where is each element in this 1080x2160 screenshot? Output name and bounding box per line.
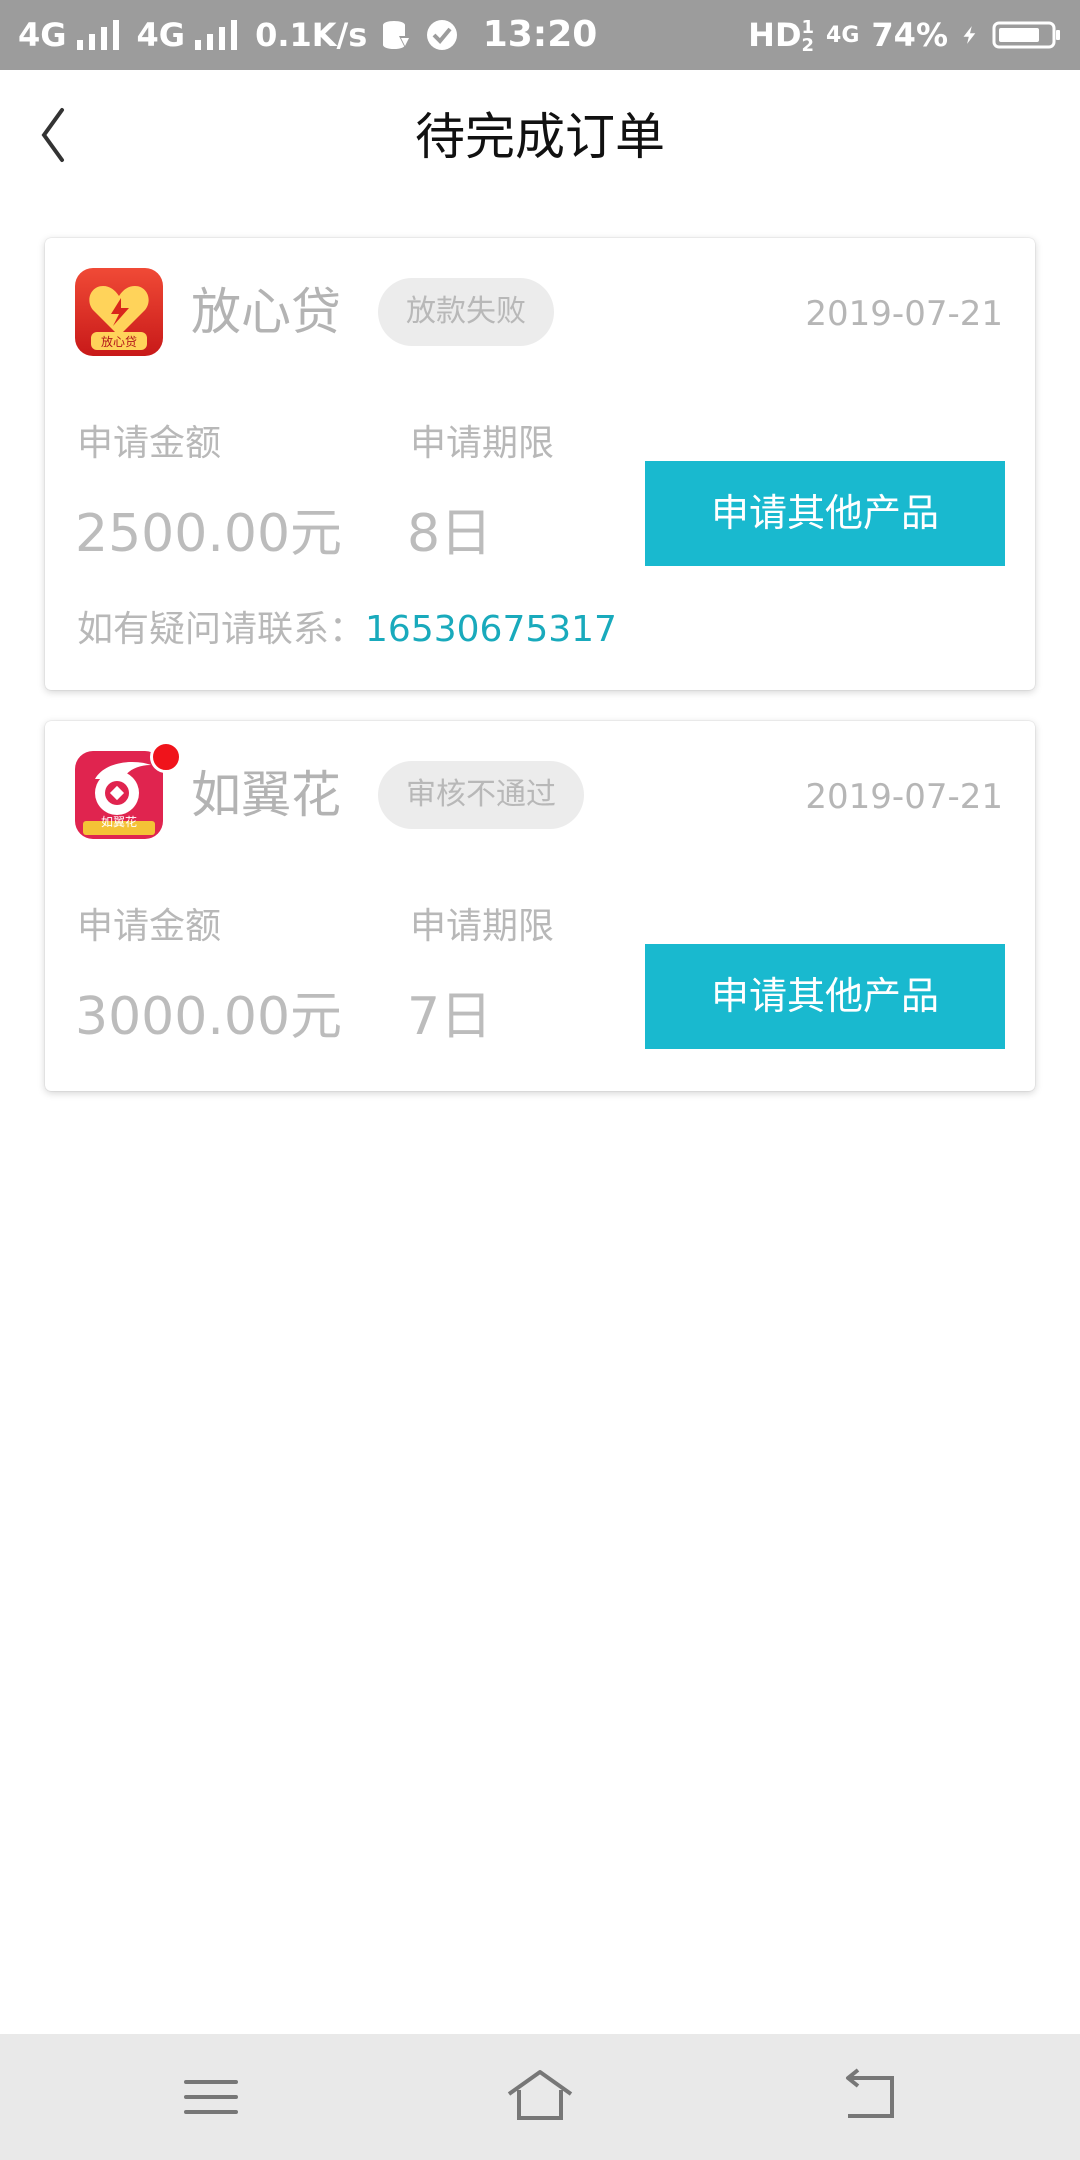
amount-value: 3000.00元	[75, 987, 343, 1047]
status-badge: 放款失败	[378, 278, 554, 346]
term-value: 8日	[407, 504, 493, 564]
ruyihua-logo: 如翼花	[75, 751, 163, 839]
status-badge: 审核不通过	[378, 761, 584, 829]
order-card: 放心贷 放心贷 放款失败 2019-07-21 申请金额 申请期限 2500.0…	[45, 238, 1035, 690]
logo-text: 放心贷	[101, 334, 137, 349]
notification-dot	[150, 741, 182, 773]
network-type: 4G	[826, 22, 860, 48]
product-name: 如翼花	[191, 766, 341, 824]
back-icon	[846, 2068, 894, 2118]
hd-slots: 12	[801, 16, 815, 56]
hd-indicator: HD 1 2	[748, 16, 814, 55]
header-bar: 待完成订单	[0, 70, 1080, 205]
amount-label: 申请金额	[77, 423, 222, 464]
back-nav-button[interactable]	[832, 2062, 906, 2132]
amount-value: 2500.00元	[75, 504, 343, 564]
page-title: 待完成订单	[415, 108, 665, 166]
order-card: 如翼花 如翼花 审核不通过 2019-07-21 申请金额 申请期限 3000.…	[45, 721, 1035, 1091]
product-name: 放心贷	[191, 283, 341, 341]
charging-icon	[963, 26, 976, 44]
contact-phone-link[interactable]: 16530675317	[365, 609, 617, 650]
home-icon	[507, 2070, 573, 2120]
menu-icon	[184, 2080, 238, 2114]
contact-label: 如有疑问请联系：	[77, 609, 366, 650]
order-date: 2019-07-21	[805, 777, 1003, 817]
hd-sup: 1	[801, 16, 815, 38]
menu-button[interactable]	[174, 2062, 248, 2132]
order-date: 2019-07-21	[805, 294, 1003, 334]
term-value: 7日	[407, 987, 493, 1047]
term-label: 申请期限	[410, 423, 555, 464]
fangxindai-logo: 放心贷	[75, 268, 163, 356]
status-bar: 4G 4G 0.1K/s 13:20 HD 1 2 4G 74%	[0, 0, 1080, 70]
battery-percent: 74%	[871, 16, 948, 54]
system-nav-bar	[0, 2034, 1080, 2160]
home-button[interactable]	[503, 2062, 577, 2132]
apply-other-products-button[interactable]: 申请其他产品	[645, 944, 1005, 1049]
logo-text: 如翼花	[101, 814, 137, 829]
contact-info: 如有疑问请联系：16530675317	[77, 606, 617, 654]
status-bar-right: HD 1 2 4G 74%	[748, 0, 1062, 70]
apply-other-products-button[interactable]: 申请其他产品	[645, 461, 1005, 566]
app-logo-icon: 放心贷	[75, 268, 163, 356]
battery-icon	[992, 21, 1060, 49]
amount-label: 申请金额	[77, 906, 222, 947]
app-logo-icon: 如翼花	[75, 751, 163, 839]
term-label: 申请期限	[410, 906, 555, 947]
hd-label: HD	[748, 15, 802, 54]
hd-sub: 2	[801, 34, 815, 56]
